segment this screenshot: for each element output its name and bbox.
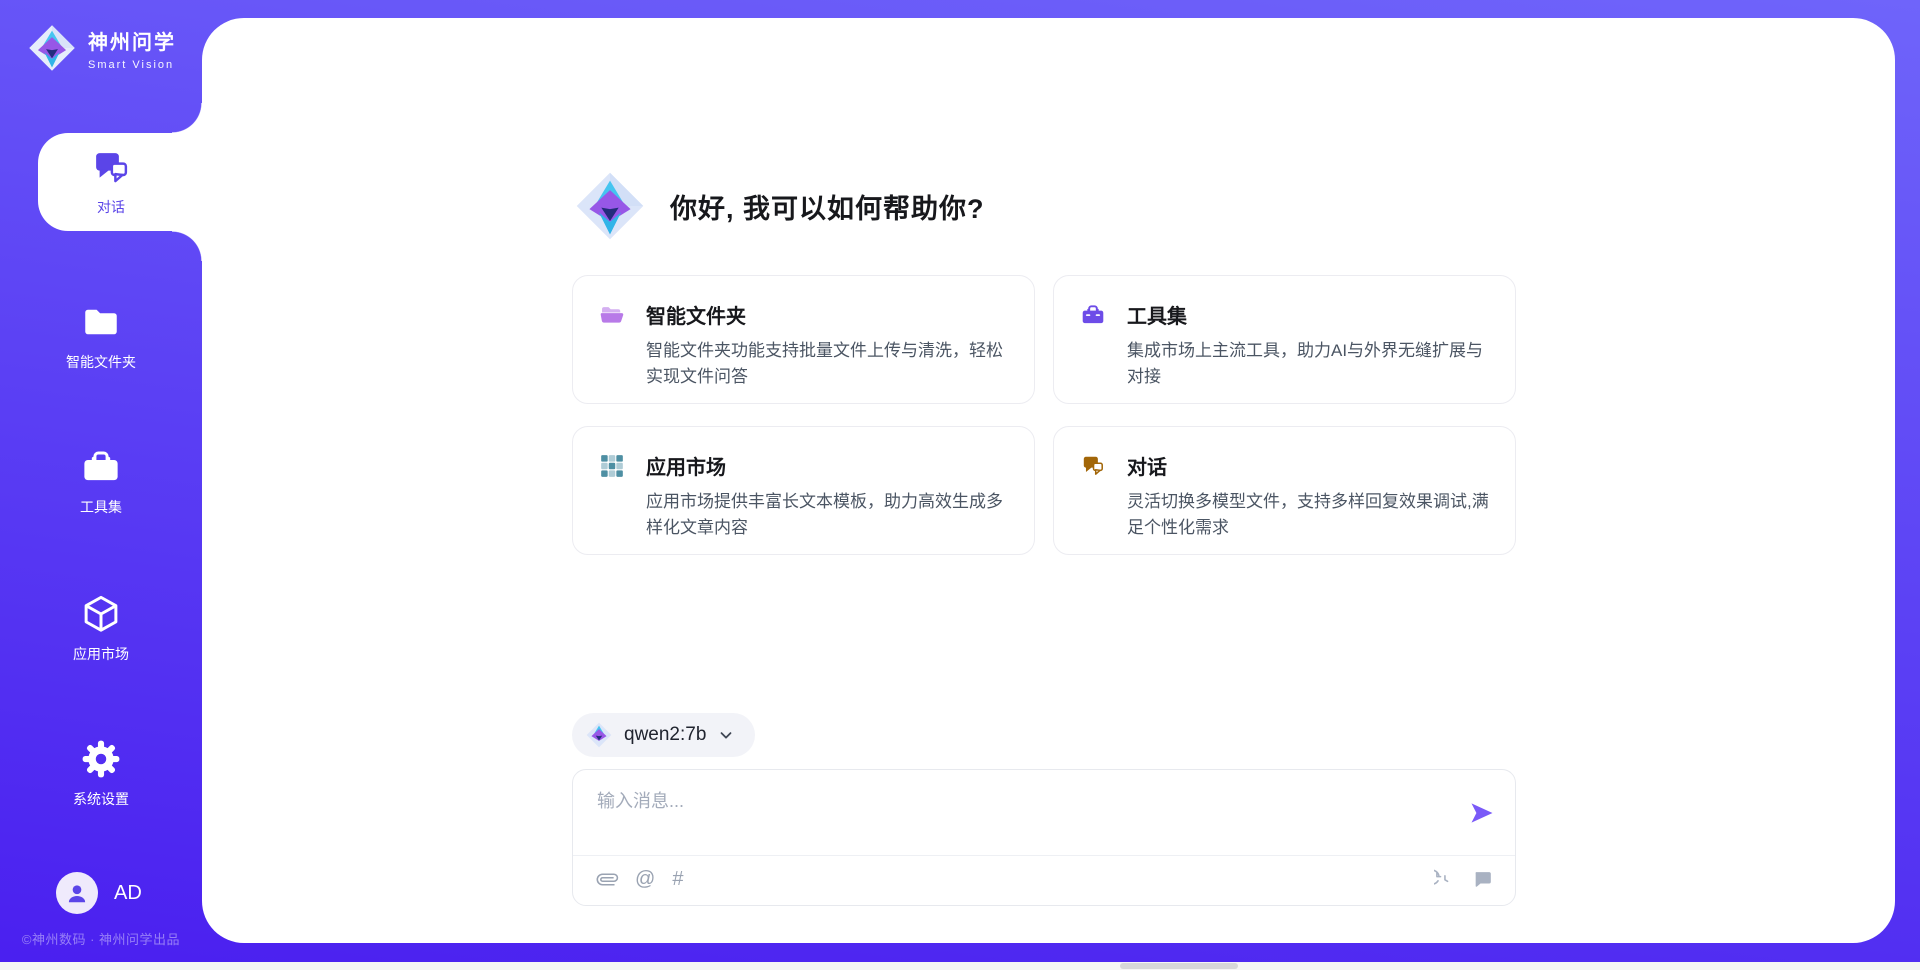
- card-description: 智能文件夹功能支持批量文件上传与清洗，轻松实现文件问答: [646, 338, 1008, 391]
- card-app-market[interactable]: 应用市场 应用市场提供丰富长文本模板，助力高效生成多样化文章内容: [572, 426, 1035, 555]
- person-icon: [64, 880, 90, 906]
- diamond-logo: [26, 22, 78, 74]
- avatar: [56, 872, 98, 914]
- horizontal-scrollbar-thumb[interactable]: [1120, 963, 1238, 969]
- user-initials: AD: [114, 882, 142, 905]
- sidebar-footer-text: ©神州数码 · 神州问学出品: [0, 929, 202, 948]
- horizontal-scrollbar: [0, 962, 1920, 970]
- sidebar-item-chat[interactable]: 对话: [38, 133, 202, 231]
- sidebar-item-smart-folder[interactable]: 智能文件夹: [0, 301, 202, 372]
- topic-icon[interactable]: #: [672, 869, 683, 890]
- message-composer: @ #: [572, 769, 1516, 906]
- brand: 神州问学 Smart Vision: [26, 22, 176, 74]
- mention-icon[interactable]: @: [635, 869, 655, 890]
- conversations-icon[interactable]: [1472, 869, 1493, 890]
- folder-open-icon: [599, 302, 625, 328]
- user-chip[interactable]: AD: [56, 872, 142, 914]
- sidebar-item-label: 应用市场: [73, 644, 129, 664]
- folder-icon: [80, 301, 122, 343]
- sidebar-item-label: 工具集: [80, 497, 122, 517]
- chat-icon: [90, 147, 132, 189]
- main-content: 你好, 我可以如何帮助你? 智能文件夹 智能文件夹功能支持批量文件上传与清洗，轻…: [572, 18, 1516, 943]
- model-name: qwen2:7b: [624, 724, 706, 746]
- composer-divider: [573, 855, 1515, 856]
- attachment-icon[interactable]: [597, 869, 618, 890]
- card-description: 应用市场提供丰富长文本模板，助力高效生成多样化文章内容: [646, 489, 1008, 542]
- sidebar-item-label: 智能文件夹: [66, 352, 136, 372]
- send-button[interactable]: [1467, 799, 1497, 829]
- sidebar-item-settings[interactable]: 系统设置: [0, 738, 202, 809]
- card-toolset[interactable]: 工具集 集成市场上主流工具，助力AI与外界无缝扩展与对接: [1053, 275, 1516, 404]
- sidebar-item-toolset[interactable]: 工具集: [0, 446, 202, 517]
- model-selector[interactable]: qwen2:7b: [572, 713, 755, 757]
- history-icon[interactable]: [1434, 869, 1455, 890]
- card-title: 智能文件夹: [646, 300, 746, 329]
- gear-icon: [80, 738, 122, 780]
- chat-icon: [1080, 453, 1106, 479]
- diamond-logo: [572, 168, 648, 244]
- card-title: 应用市场: [646, 451, 726, 480]
- main-panel: 你好, 我可以如何帮助你? 智能文件夹 智能文件夹功能支持批量文件上传与清洗，轻…: [202, 18, 1895, 943]
- greeting-block: 你好, 我可以如何帮助你?: [572, 168, 985, 244]
- composer-right-tools: [1434, 869, 1493, 890]
- card-title: 工具集: [1127, 300, 1187, 329]
- feature-cards: 智能文件夹 智能文件夹功能支持批量文件上传与清洗，轻松实现文件问答: [572, 275, 1516, 555]
- send-icon: [1468, 799, 1496, 827]
- sidebar-item-label: 对话: [97, 197, 125, 217]
- greeting-text: 你好, 我可以如何帮助你?: [670, 187, 985, 226]
- sidebar: 神州问学 Smart Vision 对话 智能文件夹: [0, 0, 202, 970]
- grid-icon: [599, 453, 625, 479]
- brand-name: 神州问学: [88, 26, 176, 55]
- toolbox-icon: [1080, 302, 1106, 328]
- card-description: 集成市场上主流工具，助力AI与外界无缝扩展与对接: [1127, 338, 1489, 391]
- composer-left-tools: @ #: [597, 869, 683, 890]
- brand-subtitle: Smart Vision: [88, 59, 176, 71]
- card-chat[interactable]: 对话 灵活切换多模型文件，支持多样回复效果调试,满足个性化需求: [1053, 426, 1516, 555]
- card-smart-folder[interactable]: 智能文件夹 智能文件夹功能支持批量文件上传与清洗，轻松实现文件问答: [572, 275, 1035, 404]
- toolbox-icon: [80, 446, 122, 488]
- message-input[interactable]: [597, 787, 1437, 849]
- card-description: 灵活切换多模型文件，支持多样回复效果调试,满足个性化需求: [1127, 489, 1489, 542]
- app-window: 你好, 我可以如何帮助你? 智能文件夹 智能文件夹功能支持批量文件上传与清洗，轻…: [0, 0, 1920, 970]
- sidebar-item-app-market[interactable]: 应用市场: [0, 593, 202, 664]
- cube-icon: [80, 593, 122, 635]
- chevron-down-icon: [717, 726, 735, 744]
- diamond-logo: [585, 721, 613, 749]
- sidebar-item-label: 系统设置: [73, 789, 129, 809]
- card-title: 对话: [1127, 451, 1167, 480]
